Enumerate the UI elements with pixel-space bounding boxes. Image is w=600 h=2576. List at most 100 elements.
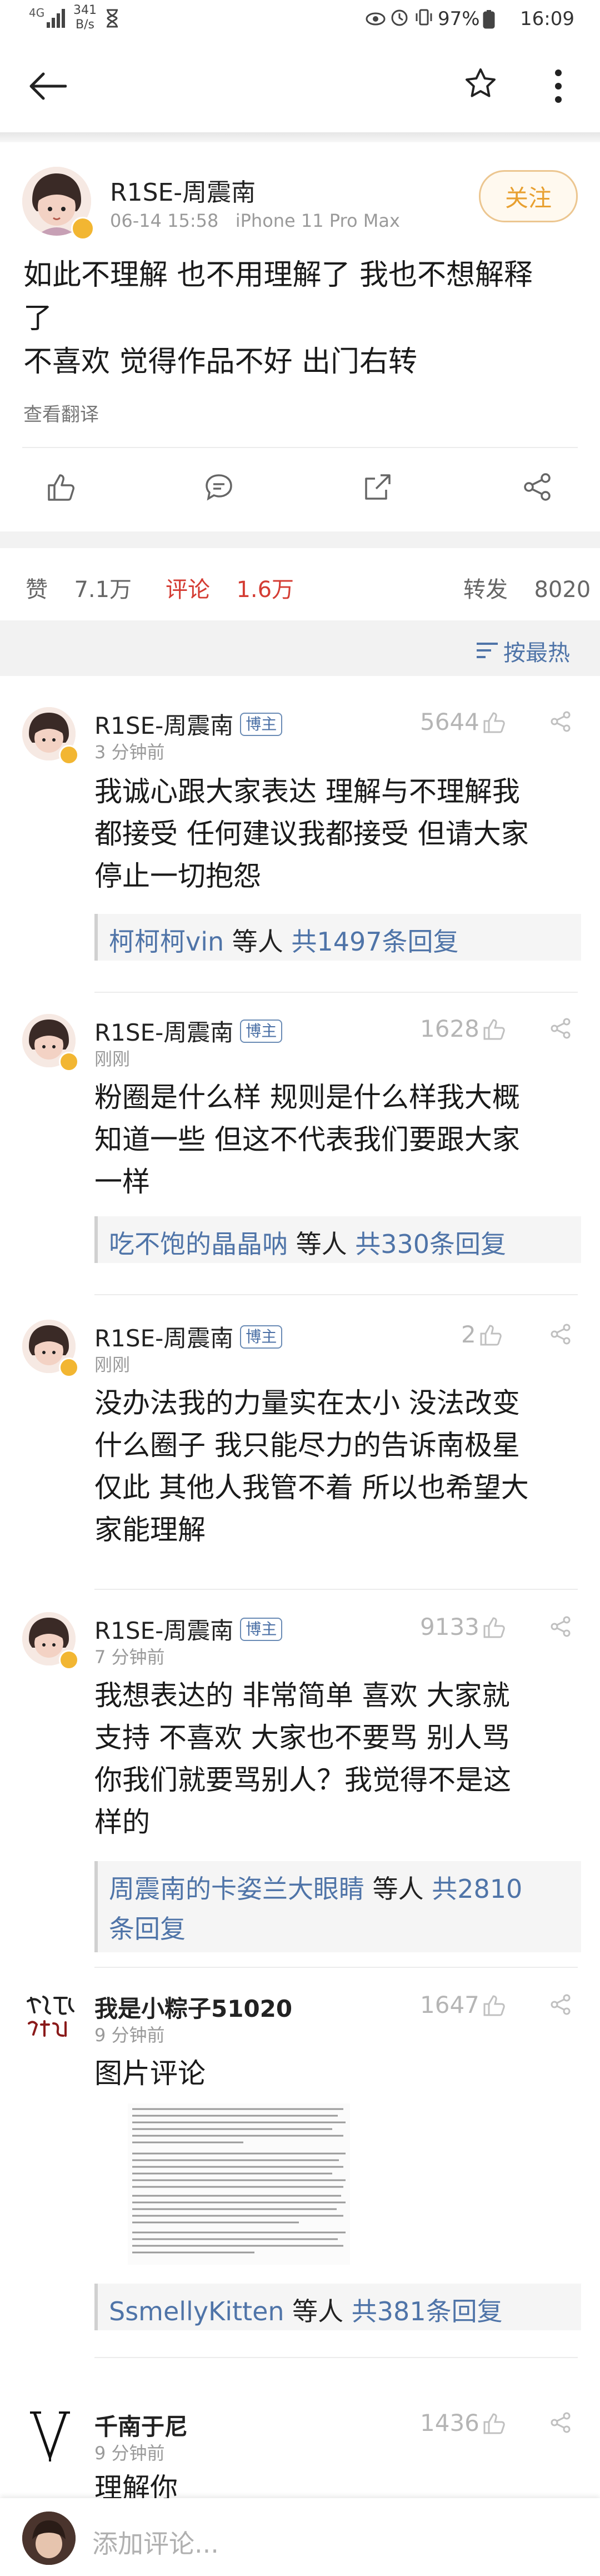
sort-icon xyxy=(477,643,498,658)
comment-image[interactable] xyxy=(128,2103,350,2265)
reply-summary[interactable]: 柯柯柯vin 等人 共1497条回复 xyxy=(94,914,581,961)
calligraphy-avatar-icon xyxy=(27,1996,74,2037)
network-indicator: 4G xyxy=(29,7,44,19)
comments-header-band: 按最热 xyxy=(0,620,600,676)
reply-summary[interactable]: SsmellyKitten 等人 共381条回复 xyxy=(94,2284,581,2330)
comment-time: 9 分钟前 xyxy=(94,2025,165,2046)
more-vertical-icon xyxy=(555,69,562,103)
comment-like-button[interactable]: 9133 xyxy=(420,1613,505,1640)
comment-item: R1SE-周震南 博主 刚刚 1628 粉圈是什么样 规则是什么样我大概 知道一… xyxy=(0,993,600,1299)
comment-author[interactable]: 千南于尼 xyxy=(94,2408,188,2442)
comment-share-button[interactable] xyxy=(550,1323,572,1347)
my-avatar[interactable] xyxy=(22,2512,76,2565)
hourglass-icon xyxy=(106,9,119,33)
share-icon xyxy=(551,711,571,732)
comment-like-count: 9133 xyxy=(420,1613,479,1640)
battery-percent: 97% xyxy=(438,8,480,30)
reply-total[interactable]: 共330条回复 xyxy=(355,1229,506,1259)
comment-bubble-icon xyxy=(206,474,232,501)
comment-label: 评论 xyxy=(166,577,210,603)
reply-user[interactable]: 柯柯柯vin xyxy=(109,927,224,957)
comment-share-button[interactable] xyxy=(550,710,572,735)
repost-count: 8020 xyxy=(534,577,591,603)
comment-share-button[interactable] xyxy=(550,1615,572,1640)
verified-badge-icon xyxy=(59,745,79,765)
comment-author[interactable]: R1SE-周震南 xyxy=(94,1320,233,1354)
sort-button[interactable]: 按最热 xyxy=(476,635,570,667)
back-button[interactable] xyxy=(22,64,72,108)
share-action[interactable] xyxy=(516,465,560,509)
thumb-up-icon xyxy=(483,1617,505,1638)
comment-like-button[interactable]: 1647 xyxy=(420,1991,505,2018)
reply-total-continued[interactable]: 条回复 xyxy=(109,1914,186,1944)
verified-badge-icon xyxy=(59,1052,79,1072)
comment-stat[interactable]: 评论 1.6万 xyxy=(166,571,294,604)
like-stat[interactable]: 赞 7.1万 xyxy=(26,571,132,604)
comment-text-line: 知道一些 但这不代表我们要跟大家 xyxy=(94,1123,520,1156)
reply-connector: 等人 xyxy=(284,2296,352,2326)
comment-input[interactable]: 添加评论... xyxy=(92,2524,559,2560)
status-bar: 4G 341 B/s 97% 16:09 xyxy=(0,0,600,39)
comment-share-button[interactable] xyxy=(550,1017,572,1042)
comment-like-button[interactable]: 1628 xyxy=(420,1015,505,1042)
repost-stat[interactable]: 转发 8020 xyxy=(463,571,591,604)
repost-label: 转发 xyxy=(463,577,508,603)
comment-avatar[interactable] xyxy=(22,2407,78,2463)
comment-like-button[interactable]: 5644 xyxy=(420,708,505,735)
net-speed: 341 B/s xyxy=(73,3,97,32)
repost-icon xyxy=(365,474,391,500)
repost-action[interactable] xyxy=(356,465,400,509)
reply-user[interactable]: 周震南的卡姿兰大眼睛 xyxy=(109,1874,364,1904)
reply-total[interactable]: 共381条回复 xyxy=(352,2296,503,2326)
comment-share-button[interactable] xyxy=(550,1993,572,2018)
comment-text-line: 样的 xyxy=(94,1806,150,1838)
comment-action[interactable] xyxy=(197,465,241,509)
comment-text-line: 没办法我的力量实在太小 没法改变 xyxy=(94,1387,520,1419)
follow-label: 关注 xyxy=(504,184,552,212)
comment-like-count: 1647 xyxy=(420,1991,479,2018)
alarm-icon xyxy=(390,8,409,32)
comment-text-line: 一样 xyxy=(94,1166,150,1198)
comment-author[interactable]: R1SE-周震南 xyxy=(94,1612,233,1646)
favorite-button[interactable] xyxy=(461,64,500,103)
comment-item: R1SE-周震南 博主 7 分钟前 9133 我想表达的 非常简单 喜欢 大家就… xyxy=(0,1590,600,1968)
author-badge: 博主 xyxy=(240,1019,283,1043)
sort-label: 按最热 xyxy=(503,640,570,666)
comment-text-line: 粉圈是什么样 规则是什么样我大概 xyxy=(94,1081,520,1113)
comment-text-line: 什么圈子 我只能尽力的告诉南极星 xyxy=(94,1429,520,1461)
comment-text-line: 你我们就要骂别人？我觉得不是这 xyxy=(94,1764,511,1796)
comment-share-button[interactable] xyxy=(550,2411,572,2436)
top-nav xyxy=(0,39,600,133)
comment-text-line: 停止一切抱怨 xyxy=(94,860,261,892)
follow-button[interactable]: 关注 xyxy=(479,170,578,222)
reply-total[interactable]: 共1497条回复 xyxy=(291,927,458,957)
comment-item: R1SE-周震南 博主 刚刚 2 没办法我的力量实在太小 没法改变 什么圈子 我… xyxy=(0,1295,600,1590)
reply-summary[interactable]: 吃不饱的晶晶呐 等人 共330条回复 xyxy=(94,1216,581,1263)
like-label: 赞 xyxy=(26,577,48,603)
comment-avatar[interactable] xyxy=(22,1990,78,2046)
reply-total[interactable]: 共2810 xyxy=(432,1874,522,1904)
post-author[interactable]: R1SE-周震南 xyxy=(110,172,256,208)
comment-header: R1SE-周震南 博主 xyxy=(94,707,283,741)
comment-text: 我想表达的 非常简单 喜欢 大家就 支持 不喜欢 大家也不要骂 别人骂 你我们就… xyxy=(94,1674,572,1843)
comment-author[interactable]: R1SE-周震南 xyxy=(94,1014,233,1048)
like-action[interactable] xyxy=(39,465,83,509)
comment-like-button[interactable]: 2 xyxy=(461,1321,502,1348)
comment-text: 图片评论 xyxy=(94,2057,206,2090)
translate-link[interactable]: 查看翻译 xyxy=(23,399,99,426)
post-divider xyxy=(22,447,578,448)
comment-author[interactable]: R1SE-周震南 xyxy=(94,707,233,741)
reply-user[interactable]: SsmellyKitten xyxy=(109,2296,284,2326)
reply-user[interactable]: 吃不饱的晶晶呐 xyxy=(109,1229,288,1259)
comment-like-count: 2 xyxy=(461,1321,476,1348)
more-button[interactable] xyxy=(544,64,572,108)
comment-like-button[interactable]: 1436 xyxy=(420,2409,505,2436)
reply-summary[interactable]: 周震南的卡姿兰大眼睛 等人 共2810 条回复 xyxy=(94,1861,581,1952)
comment-header: R1SE-周震南 博主 xyxy=(94,1014,283,1048)
comment-author[interactable]: 我是小粽子51020 xyxy=(94,1990,292,2024)
share-icon xyxy=(551,2412,571,2433)
back-arrow-icon xyxy=(29,72,67,100)
reply-summary-text: 吃不饱的晶晶呐 等人 共330条回复 xyxy=(109,1224,506,1261)
reply-summary-text: SsmellyKitten 等人 共381条回复 xyxy=(109,2291,503,2328)
comment-time: 3 分钟前 xyxy=(94,742,165,763)
